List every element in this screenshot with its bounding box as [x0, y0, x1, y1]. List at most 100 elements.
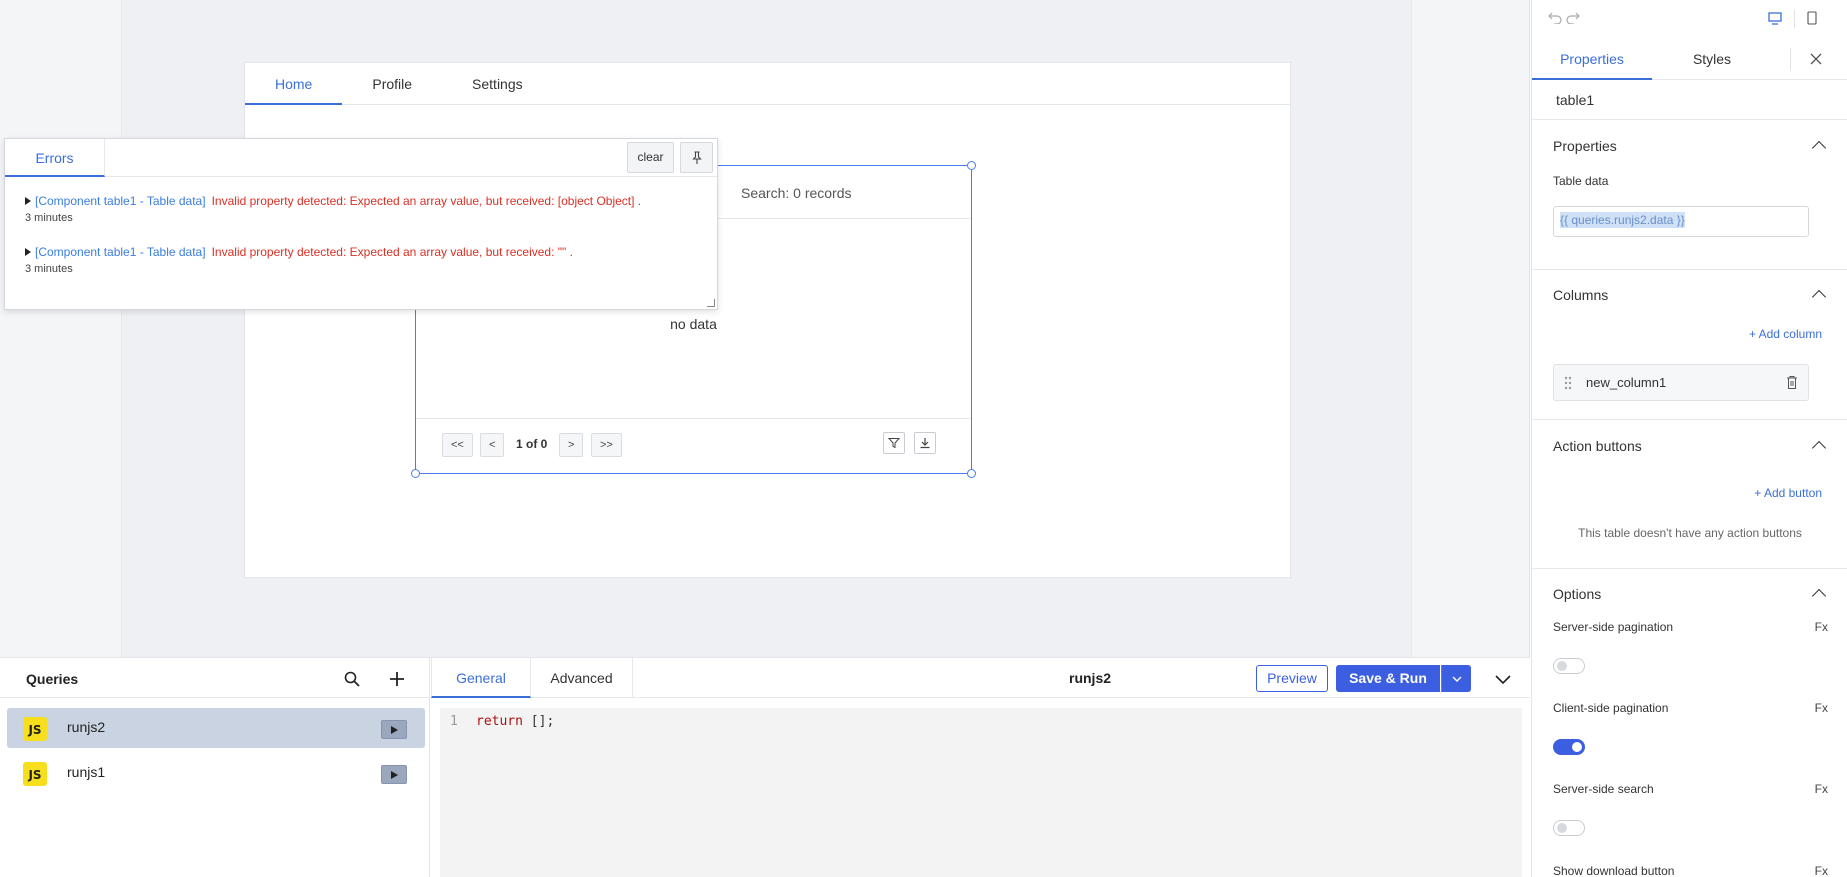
- resize-handle-top-right[interactable]: [967, 161, 976, 170]
- preview-button[interactable]: Preview: [1256, 665, 1328, 692]
- query-panel: Queries JS runjs2 JS runjs1 General Adva…: [0, 657, 1530, 877]
- table-data-input[interactable]: {{ queries.runjs2.data }}: [1553, 206, 1809, 237]
- save-and-run-button[interactable]: Save & Run: [1336, 665, 1440, 692]
- collapse-panel-button[interactable]: [1491, 667, 1515, 691]
- panel-resize-handle[interactable]: [707, 299, 715, 307]
- pin-panel-button[interactable]: [680, 142, 713, 173]
- code-editor[interactable]: 1 return [];: [440, 708, 1522, 877]
- redo-icon[interactable]: [1566, 12, 1580, 24]
- chevron-up-icon[interactable]: [1811, 588, 1827, 604]
- option-label: Client-side pagination: [1553, 701, 1669, 715]
- fx-toggle[interactable]: Fx: [1815, 701, 1828, 715]
- run-query-button[interactable]: [381, 765, 407, 784]
- chevron-up-icon[interactable]: [1811, 140, 1827, 156]
- table-data-value: {{ queries.runjs2.data }}: [1560, 212, 1685, 228]
- tab-general[interactable]: General: [431, 658, 531, 698]
- option-label: Server-side pagination: [1553, 620, 1674, 634]
- add-query-icon[interactable]: [389, 671, 405, 687]
- code-keyword: return: [476, 714, 523, 729]
- play-icon: [390, 770, 398, 779]
- toolbar-divider: [1794, 10, 1795, 28]
- query-editor: General Advanced runjs2 Preview Save & R…: [431, 658, 1530, 877]
- play-icon: [390, 725, 398, 734]
- clear-errors-button[interactable]: clear: [627, 142, 674, 173]
- tab-home[interactable]: Home: [245, 63, 343, 105]
- server-side-search-toggle[interactable]: [1553, 820, 1585, 836]
- js-icon: JS: [23, 762, 47, 786]
- chevron-up-icon[interactable]: [1811, 289, 1827, 305]
- error-time: 3 minutes: [25, 212, 73, 224]
- chevron-up-icon[interactable]: [1811, 440, 1827, 456]
- add-column-button[interactable]: + Add column: [1749, 327, 1822, 341]
- table-empty-state: no data: [670, 316, 717, 332]
- error-entry[interactable]: [Component table1 - Table data] Invalid p…: [25, 194, 641, 224]
- editor-canvas: Home Profile Settings Search: 0 records …: [0, 0, 1530, 657]
- section-title: Properties: [1553, 138, 1617, 154]
- search-label: Search:: [741, 185, 790, 201]
- expand-triangle-icon[interactable]: [25, 197, 31, 205]
- tab-properties[interactable]: Properties: [1532, 38, 1652, 80]
- code-rest: [];: [522, 714, 555, 729]
- tab-advanced[interactable]: Advanced: [531, 658, 633, 698]
- line-number: 1: [450, 714, 458, 729]
- download-icon: [920, 438, 930, 449]
- filter-button[interactable]: [883, 432, 905, 454]
- next-page-button[interactable]: >: [559, 433, 584, 457]
- section-title: Columns: [1553, 287, 1609, 303]
- fx-toggle[interactable]: Fx: [1815, 864, 1828, 877]
- prev-page-button[interactable]: <: [480, 433, 505, 457]
- fx-toggle[interactable]: Fx: [1815, 620, 1828, 634]
- first-page-button[interactable]: <<: [442, 433, 473, 457]
- save-run-dropdown[interactable]: [1441, 665, 1471, 692]
- inspector-tabs: Properties Styles: [1532, 38, 1847, 80]
- column-name: new_column1: [1586, 375, 1667, 390]
- mobile-view-icon[interactable]: [1807, 11, 1817, 25]
- option-label: Server-side search: [1553, 782, 1654, 796]
- query-item[interactable]: JS runjs1: [7, 753, 425, 793]
- empty-action-buttons-text: This table doesn't have any action butto…: [1578, 526, 1802, 540]
- error-source[interactable]: [Component table1 - Table data]: [35, 194, 206, 208]
- query-item[interactable]: JS runjs2: [7, 708, 425, 748]
- queries-title: Queries: [26, 671, 79, 687]
- code-line[interactable]: return [];: [476, 714, 554, 729]
- close-icon[interactable]: [1810, 53, 1822, 65]
- app-tab-bar: Home Profile Settings: [245, 63, 1290, 105]
- column-row[interactable]: new_column1: [1553, 364, 1809, 401]
- records-count: 0 records: [793, 185, 852, 201]
- trash-icon[interactable]: [1786, 375, 1798, 390]
- query-title[interactable]: runjs2: [1069, 670, 1111, 686]
- desktop-view-icon[interactable]: [1768, 12, 1782, 25]
- errors-tab-bar: Errors clear: [5, 139, 717, 177]
- chevron-down-icon: [1452, 676, 1461, 682]
- tab-styles[interactable]: Styles: [1652, 38, 1772, 80]
- tab-errors[interactable]: Errors: [5, 139, 105, 177]
- error-source[interactable]: [Component table1 - Table data]: [35, 245, 206, 259]
- section-title: Options: [1553, 586, 1602, 602]
- drag-handle-icon[interactable]: [1564, 376, 1572, 390]
- inspector-panel: Properties Styles table1 Properties Tabl…: [1531, 0, 1847, 877]
- download-button[interactable]: [914, 432, 936, 454]
- server-side-pagination-toggle[interactable]: [1553, 658, 1585, 674]
- component-name[interactable]: table1: [1532, 80, 1847, 120]
- properties-section: Properties Table data {{ queries.runjs2.…: [1532, 121, 1847, 270]
- tab-settings[interactable]: Settings: [442, 63, 553, 105]
- inspector-toolbar: [1532, 0, 1847, 38]
- error-entry[interactable]: [Component table1 - Table data] Invalid p…: [25, 245, 573, 275]
- run-query-button[interactable]: [381, 720, 407, 739]
- table-search-summary: Search: 0 records: [741, 185, 852, 201]
- error-time: 3 minutes: [25, 263, 73, 275]
- query-name: runjs2: [67, 719, 106, 735]
- options-section: Options Server-side pagination Fx Client…: [1532, 569, 1847, 877]
- table-data-label: Table data: [1553, 174, 1609, 188]
- action-buttons-section: Action buttons + Add button This table d…: [1532, 420, 1847, 569]
- fx-toggle[interactable]: Fx: [1815, 782, 1828, 796]
- client-side-pagination-toggle[interactable]: [1553, 739, 1585, 755]
- errors-panel: Errors clear [Component table1 - Table d…: [4, 138, 718, 310]
- add-button-link[interactable]: + Add button: [1754, 486, 1822, 500]
- undo-icon[interactable]: [1548, 12, 1562, 24]
- tab-profile[interactable]: Profile: [342, 63, 442, 105]
- search-icon[interactable]: [344, 671, 360, 687]
- page-info: 1 of 0: [516, 437, 548, 451]
- expand-triangle-icon[interactable]: [25, 248, 31, 256]
- last-page-button[interactable]: >>: [591, 433, 622, 457]
